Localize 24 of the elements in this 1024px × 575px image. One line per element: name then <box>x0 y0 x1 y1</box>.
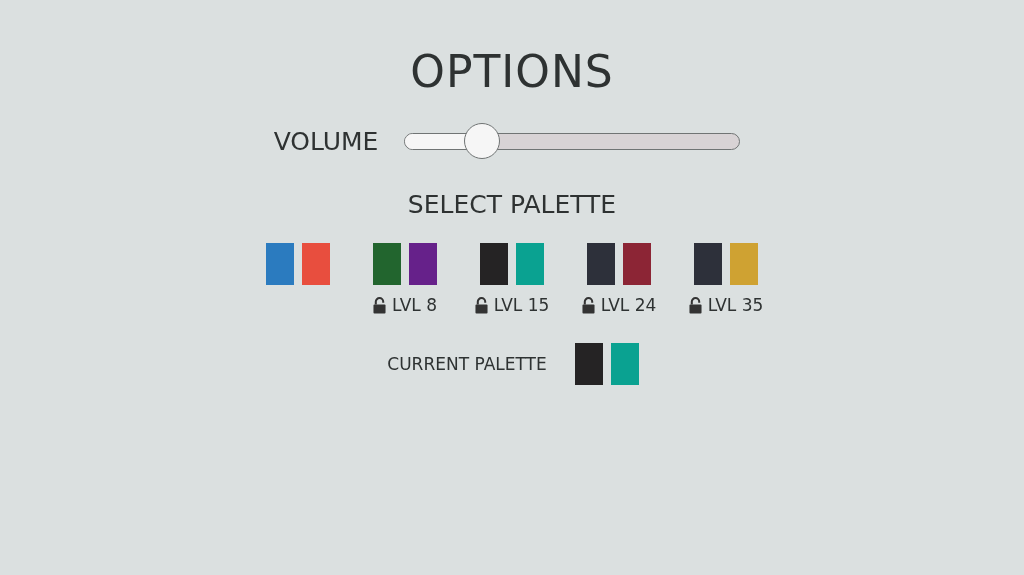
color-swatch[interactable] <box>266 243 294 285</box>
unlock-level: LVL 15 <box>493 295 550 315</box>
unlock-level: LVL 35 <box>707 295 764 315</box>
current-palette-label: CURRENT PALETTE <box>387 354 547 374</box>
color-swatch[interactable] <box>730 243 758 285</box>
page-title: OPTIONS <box>410 45 614 99</box>
padlock-icon <box>581 296 595 314</box>
unlock-level: LVL 8 <box>392 295 437 315</box>
padlock-icon <box>474 296 488 314</box>
color-swatch[interactable] <box>480 243 508 285</box>
palette-heading: SELECT PALETTE <box>407 190 617 219</box>
unlock-level: LVL 24 <box>600 295 657 315</box>
slider-thumb[interactable] <box>463 123 500 159</box>
color-swatch[interactable] <box>302 243 330 285</box>
color-swatch[interactable] <box>587 243 615 285</box>
volume-slider[interactable] <box>404 122 741 160</box>
color-swatch[interactable] <box>623 243 651 285</box>
padlock-icon <box>688 296 702 314</box>
volume-label: VOLUME <box>273 126 379 156</box>
color-swatch[interactable] <box>373 243 401 285</box>
color-swatch[interactable] <box>694 243 722 285</box>
color-swatch[interactable] <box>516 243 544 285</box>
padlock-icon <box>373 296 387 314</box>
color-swatch[interactable] <box>409 243 437 285</box>
